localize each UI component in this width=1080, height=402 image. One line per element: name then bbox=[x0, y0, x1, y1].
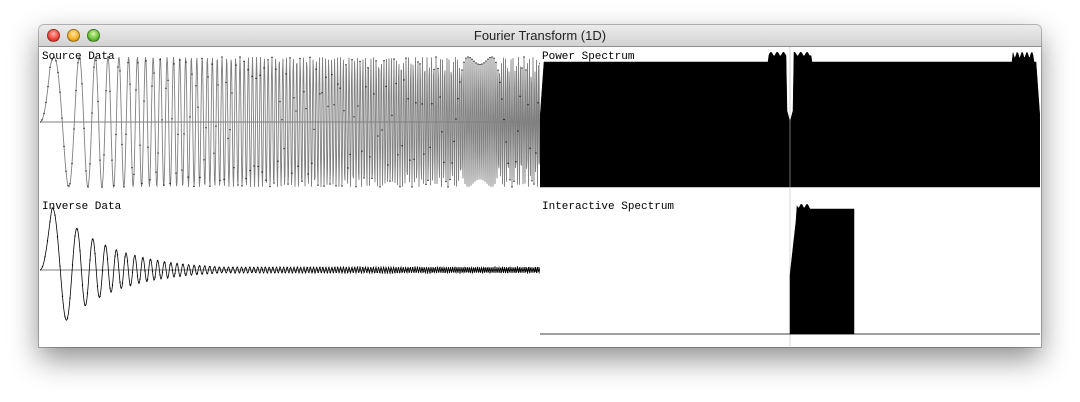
power-spectrum-plot bbox=[540, 47, 1040, 197]
interactive-spectrum-plot[interactable] bbox=[540, 197, 1040, 347]
app-window: Fourier Transform (1D) Source Data Power… bbox=[39, 25, 1041, 347]
inverse-waveform bbox=[40, 207, 540, 321]
interactive-spectrum-panel[interactable]: Interactive Spectrum bbox=[540, 197, 1040, 347]
interactive-spectrum-label: Interactive Spectrum bbox=[542, 201, 675, 213]
source-data-panel: Source Data bbox=[40, 47, 540, 197]
plot-area: Source Data Power Spectrum Inverse Data … bbox=[39, 47, 1041, 347]
source-data-label: Source Data bbox=[42, 51, 115, 63]
power-spectrum-label: Power Spectrum bbox=[542, 51, 635, 63]
inverse-data-panel: Inverse Data bbox=[40, 197, 540, 347]
window-title: Fourier Transform (1D) bbox=[473, 28, 607, 43]
power-spectrum-panel: Power Spectrum bbox=[540, 47, 1040, 197]
interactive-band-fill bbox=[789, 203, 855, 335]
inverse-data-plot bbox=[40, 207, 540, 321]
inverse-data-label: Inverse Data bbox=[42, 201, 122, 213]
title-bar[interactable]: Fourier Transform (1D) bbox=[39, 25, 1041, 47]
inverse-sample-points bbox=[40, 207, 540, 319]
source-data-plot bbox=[40, 56, 540, 189]
